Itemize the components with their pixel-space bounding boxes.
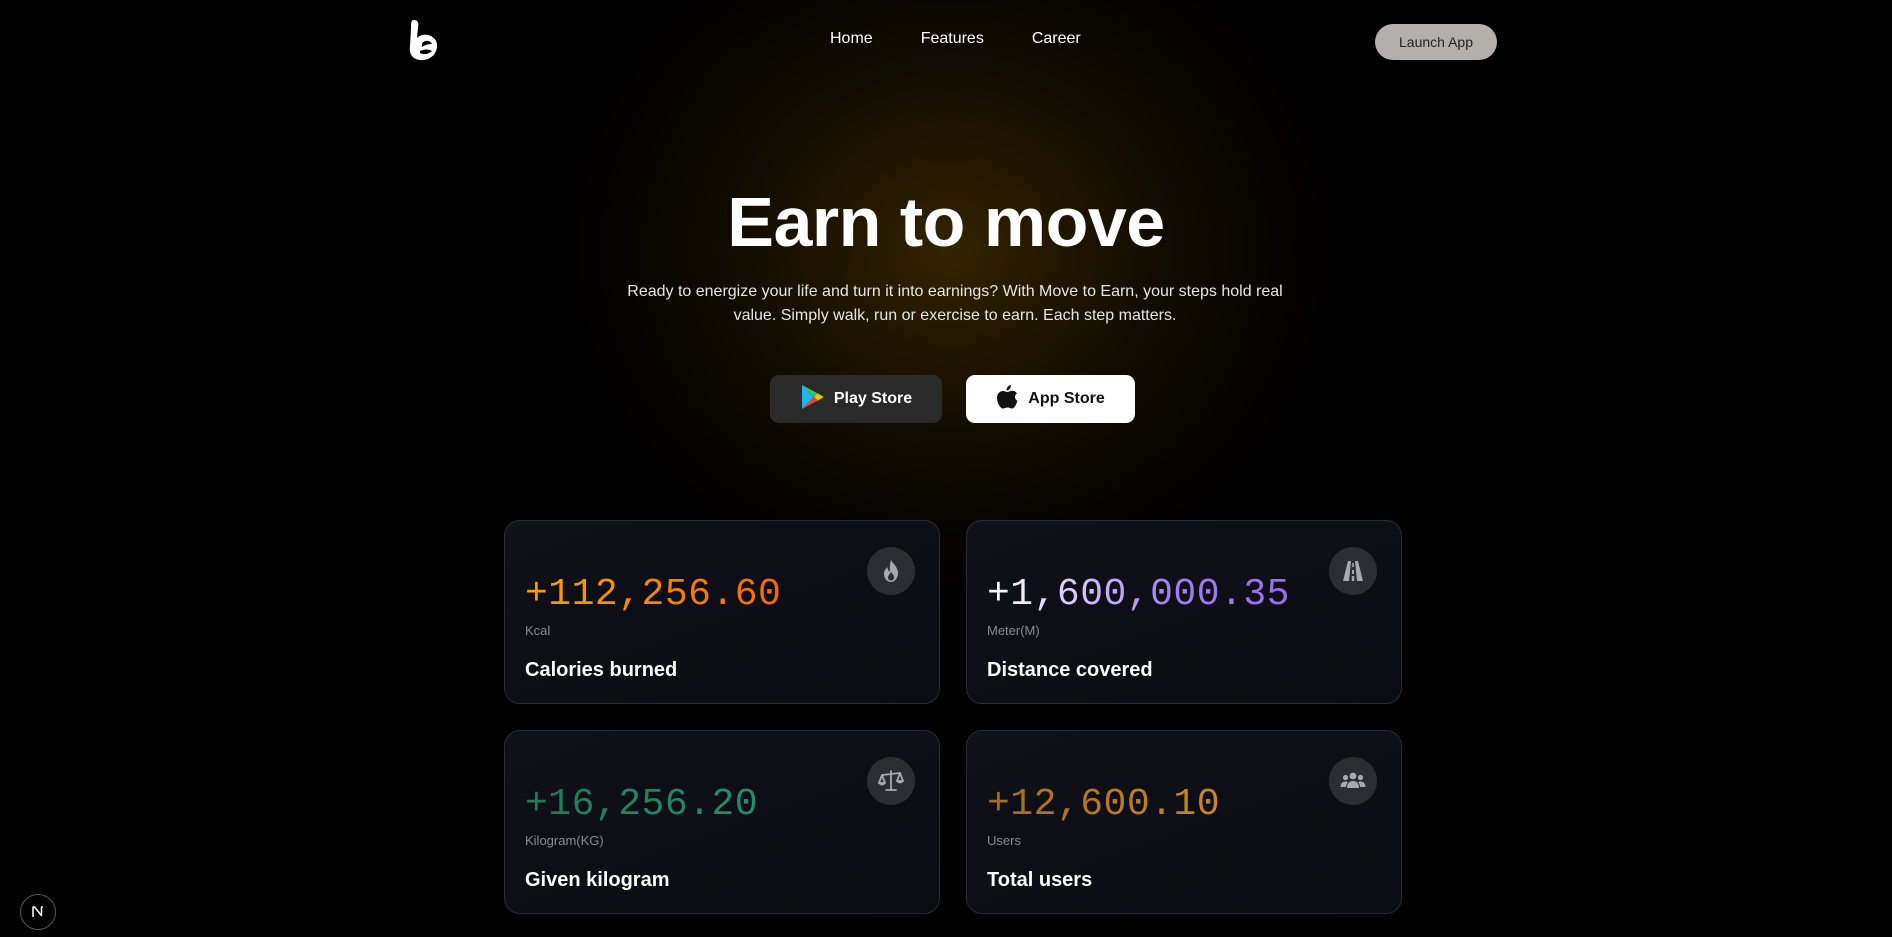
google-play-icon: [800, 384, 824, 415]
road-icon: [1329, 547, 1377, 595]
nav-link-career[interactable]: Career: [1032, 30, 1081, 48]
stat-unit: Meter(M): [987, 623, 1040, 638]
stat-value: +1,600,000.35: [987, 573, 1290, 616]
stat-card-distance: +1,600,000.35 Meter(M) Distance covered: [966, 520, 1402, 704]
apple-icon: [996, 384, 1018, 415]
play-store-label: Play Store: [833, 390, 913, 407]
stat-label: Given kilogram: [525, 869, 670, 891]
stat-value: +12,600.10: [987, 783, 1221, 826]
stat-card-calories: +112,256.60 Kcal Calories burned: [504, 520, 940, 704]
nav-links: Home Features Career: [830, 30, 1081, 48]
hero-subtitle: Ready to energize your life and turn it …: [627, 283, 1283, 324]
scale-icon: [867, 757, 915, 805]
app-store-button[interactable]: App Store: [966, 375, 1135, 423]
top-navbar: Home Features Career Launch App: [0, 0, 1892, 84]
play-store-button[interactable]: Play Store: [770, 375, 942, 423]
stat-value: +16,256.20: [525, 783, 759, 826]
launch-app-button[interactable]: Launch App: [1375, 24, 1497, 60]
stat-label: Distance covered: [987, 659, 1153, 681]
nav-link-home[interactable]: Home: [830, 30, 873, 48]
users-icon: [1329, 757, 1377, 805]
stat-label: Calories burned: [525, 659, 678, 681]
stat-label: Total users: [987, 869, 1093, 891]
brand-logo-icon[interactable]: [408, 18, 442, 64]
stat-card-users: +12,600.10 Users Total users: [966, 730, 1402, 914]
nav-link-features[interactable]: Features: [921, 30, 984, 48]
nextjs-dev-badge[interactable]: [20, 894, 56, 930]
app-store-label: App Store: [1028, 390, 1105, 407]
stat-value: +112,256.60: [525, 573, 782, 616]
hero-title: Earn to move: [727, 183, 1165, 261]
stat-unit: Kilogram(KG): [525, 833, 604, 848]
flame-icon: [867, 547, 915, 595]
n-logo-icon: [32, 906, 43, 917]
stat-card-kilogram: +16,256.20 Kilogram(KG) Given kilogram: [504, 730, 940, 914]
stat-unit: Kcal: [525, 623, 551, 638]
stat-unit: Users: [987, 833, 1021, 848]
